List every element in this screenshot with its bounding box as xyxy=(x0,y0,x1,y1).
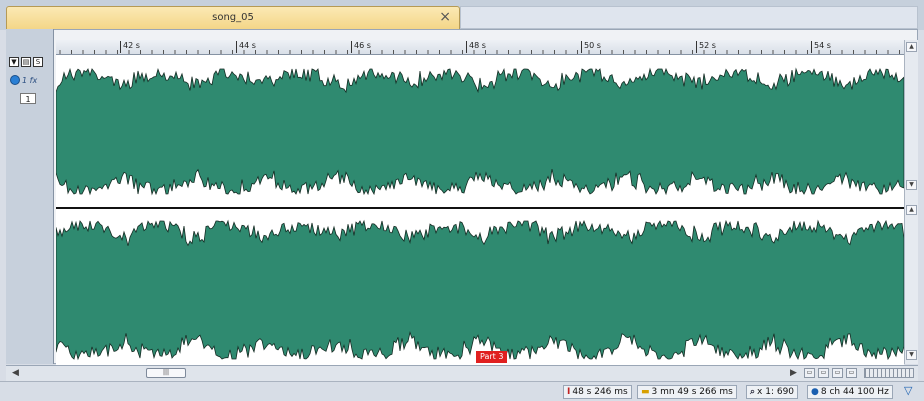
solo-button[interactable]: S xyxy=(33,57,43,67)
vertical-scrollbar[interactable]: ▲ ▼ ▲ ▼ xyxy=(904,40,918,364)
status-bar: I 48 s 246 ms ▬ 3 mn 49 s 266 ms ⌕ x 1: 690… xyxy=(0,381,924,401)
power-icon[interactable] xyxy=(10,75,20,85)
waveform-channel-2[interactable] xyxy=(56,219,904,361)
fx-label: 1 fx xyxy=(22,75,38,85)
view-icon[interactable]: ▭ xyxy=(846,368,857,378)
scroll-left-icon[interactable]: ◀ xyxy=(12,368,19,378)
waveform-channel-1[interactable] xyxy=(56,67,904,196)
scroll-right-icon[interactable]: ▶ xyxy=(790,368,797,378)
scroll-down-icon[interactable]: ▼ xyxy=(906,350,917,360)
channel-number[interactable]: 1 xyxy=(20,93,36,104)
horizontal-scrollbar[interactable]: ◀ ||| ▶ ▭ ▭ ▭ ▭ xyxy=(6,365,918,381)
ruler-label: 46 s xyxy=(351,41,371,53)
format-icon: ● xyxy=(811,387,819,397)
zoom-slider[interactable] xyxy=(864,368,914,378)
magnifier-icon: ⌕ xyxy=(750,387,756,397)
zoom-out-icon[interactable]: ▭ xyxy=(804,368,815,378)
scroll-thumb[interactable]: ||| xyxy=(146,368,186,378)
cursor-position[interactable]: I 48 s 246 ms xyxy=(563,385,632,399)
ruler-label: 52 s xyxy=(696,41,716,53)
region-marker[interactable]: Part 3 xyxy=(476,351,508,363)
waveform-area[interactable] xyxy=(56,55,904,365)
tab-title: song_05 xyxy=(212,12,254,23)
menu-icon[interactable]: ▤ xyxy=(21,57,31,67)
cursor-icon: I xyxy=(567,387,571,397)
close-icon[interactable]: × xyxy=(439,9,451,25)
dropdown-icon[interactable]: ▼ xyxy=(9,57,19,67)
ruler-label: 42 s xyxy=(120,41,140,53)
zoom-fit-icon[interactable]: ▭ xyxy=(818,368,829,378)
tab-bar-empty-area xyxy=(460,6,918,29)
fx-slot[interactable]: 1 fx xyxy=(10,75,37,85)
scroll-up-icon[interactable]: ▲ xyxy=(906,205,917,215)
tab-song[interactable]: song_05 × xyxy=(6,6,460,29)
scroll-down-icon[interactable]: ▼ xyxy=(906,180,917,190)
zoom-level[interactable]: ⌕ x 1: 690 xyxy=(746,385,799,399)
time-ruler[interactable]: 42 s 44 s 46 s 48 s 50 s 52 s 54 s xyxy=(56,40,904,55)
track-sidebar: ▼ ▤ S 1 fx 1 xyxy=(6,29,54,364)
audio-format[interactable]: ● 8 ch 44 100 Hz xyxy=(807,385,893,399)
scroll-up-icon[interactable]: ▲ xyxy=(906,42,917,52)
ruler-label: 50 s xyxy=(581,41,601,53)
length-icon: ▬ xyxy=(641,387,650,397)
zoom-in-icon[interactable]: ▭ xyxy=(832,368,843,378)
audio-length[interactable]: ▬ 3 mn 49 s 266 ms xyxy=(637,385,737,399)
settings-icon[interactable]: ▽ xyxy=(904,384,912,397)
ruler-label: 48 s xyxy=(466,41,486,53)
ruler-label: 54 s xyxy=(811,41,831,53)
ruler-label: 44 s xyxy=(236,41,256,53)
